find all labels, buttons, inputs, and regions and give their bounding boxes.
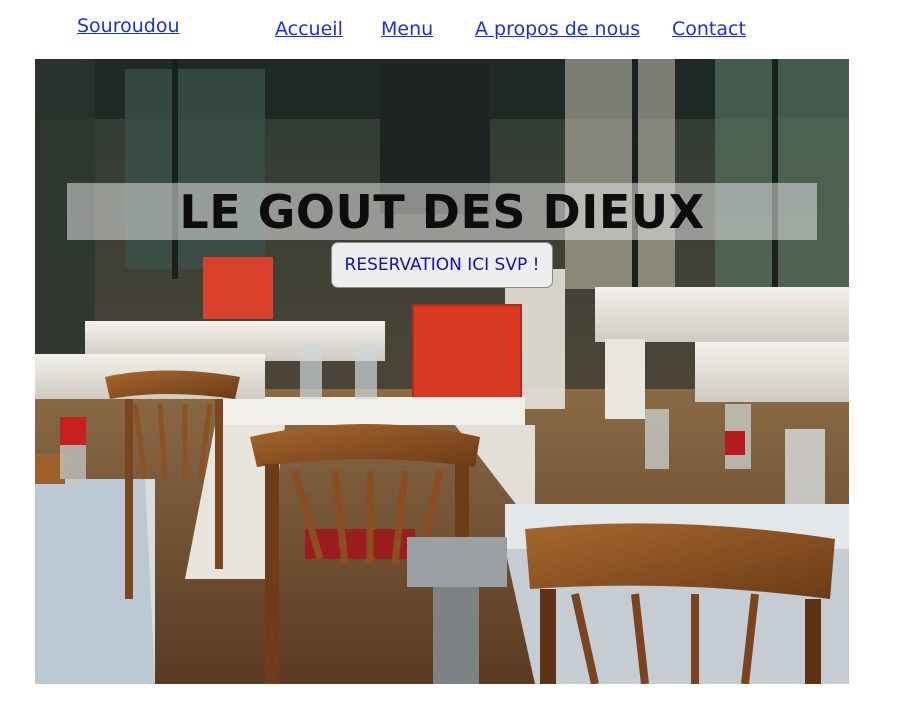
restaurant-photo: [35, 59, 849, 684]
brand-link[interactable]: Souroudou: [77, 15, 180, 37]
hero-section: LE GOUT DES DIEUX RESERVATION ICI SVP !: [35, 59, 849, 684]
nav-menu-link[interactable]: Menu: [381, 18, 433, 40]
nav-about-link[interactable]: A propos de nous: [475, 18, 640, 40]
reservation-button[interactable]: RESERVATION ICI SVP !: [331, 242, 553, 288]
nav-contact-link[interactable]: Contact: [672, 18, 746, 40]
hero-title: LE GOUT DES DIEUX: [179, 185, 705, 239]
nav-accueil-link[interactable]: Accueil: [275, 18, 343, 40]
